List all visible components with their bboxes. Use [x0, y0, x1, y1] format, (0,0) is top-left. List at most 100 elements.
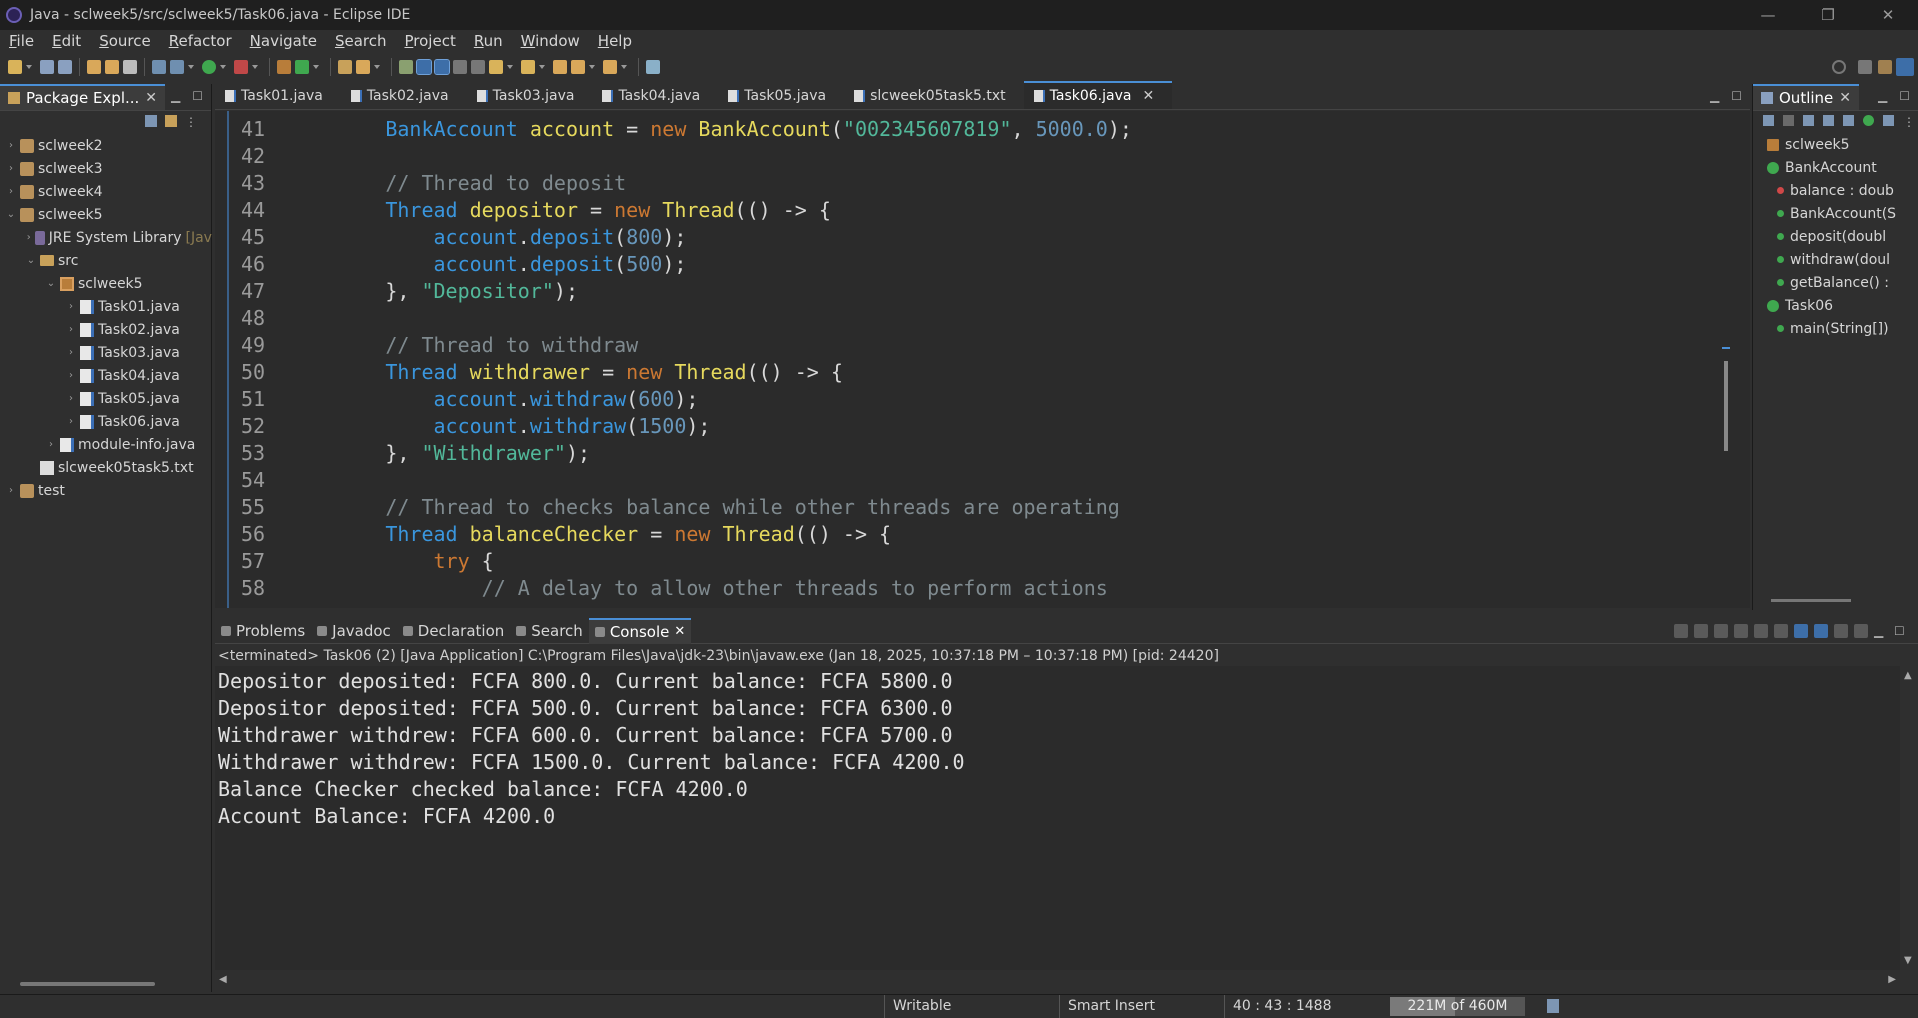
search-dropdown-icon[interactable] [374, 65, 380, 69]
last-edit-location-icon[interactable] [553, 60, 567, 74]
close-icon[interactable]: ✕ [145, 90, 157, 106]
save-all-icon[interactable] [58, 60, 72, 74]
word-wrap-icon[interactable] [1754, 624, 1768, 638]
remove-all-terminated-icon[interactable] [1714, 624, 1728, 638]
outline-item[interactable]: Task06 [1753, 294, 1918, 317]
toggle-mark-occurrences-icon[interactable] [399, 60, 413, 74]
expanded-arrow-icon[interactable]: ⌄ [4, 209, 18, 220]
editor-tab[interactable]: Task04.java [592, 83, 718, 109]
pin-editor-icon[interactable] [646, 60, 660, 74]
tree-item[interactable]: slcweek05task5.txt [0, 456, 212, 479]
menu-project[interactable]: Project [396, 32, 465, 50]
java-perspective-icon[interactable] [1896, 58, 1914, 76]
close-icon[interactable]: ✕ [1839, 90, 1851, 106]
editor-tab[interactable]: Task01.java [215, 83, 341, 109]
editor-tab[interactable]: slcweek05task5.txt [844, 83, 1024, 109]
horizontal-scrollbar[interactable] [1771, 599, 1851, 602]
open-console-icon[interactable] [1854, 624, 1868, 638]
minimize-panel-icon[interactable]: ▁ [1874, 624, 1888, 638]
external-tools-dropdown-icon[interactable] [252, 65, 258, 69]
scroll-up-icon[interactable]: ▲ [1904, 670, 1912, 681]
outline-item[interactable]: main(String[]) [1753, 317, 1918, 340]
collapsed-arrow-icon[interactable]: › [4, 163, 18, 174]
menu-edit[interactable]: Edit [43, 32, 90, 50]
tree-item[interactable]: › Task04.java [0, 364, 212, 387]
collapsed-arrow-icon[interactable]: › [64, 324, 78, 335]
tree-item[interactable]: ⌄ sclweek5 [0, 272, 212, 295]
hide-non-public-icon[interactable] [1843, 115, 1854, 126]
collapsed-arrow-icon[interactable]: › [4, 186, 18, 197]
view-menu-icon[interactable]: ⋮ [185, 115, 197, 129]
tree-item[interactable]: › Task03.java [0, 341, 212, 364]
remove-launch-icon[interactable] [1694, 624, 1708, 638]
heap-status[interactable]: 221M of 460M [1390, 997, 1525, 1016]
hide-static-icon[interactable] [1823, 115, 1834, 126]
scroll-left-icon[interactable]: ◀ [219, 974, 227, 985]
console-output[interactable]: Depositor deposited: FCFA 800.0. Current… [215, 666, 1900, 970]
view-menu-icon[interactable]: ⋮ [1903, 115, 1915, 129]
menu-window[interactable]: Window [512, 32, 589, 50]
outline-item[interactable]: sclweek5 [1753, 133, 1918, 156]
outline-item[interactable]: BankAccount [1753, 156, 1918, 179]
skip-breakpoints-icon[interactable] [152, 60, 166, 74]
run-icon[interactable] [202, 60, 216, 74]
expanded-arrow-icon[interactable]: ⌄ [44, 278, 58, 289]
collapsed-arrow-icon[interactable]: › [64, 416, 78, 427]
collapsed-arrow-icon[interactable]: › [44, 439, 58, 450]
horizontal-scrollbar[interactable] [20, 982, 155, 986]
search-icon[interactable] [1832, 60, 1846, 74]
scroll-down-icon[interactable]: ▼ [1904, 955, 1912, 966]
console-vertical-scrollbar[interactable]: ▲ ▼ [1900, 666, 1918, 970]
tree-item[interactable]: › Task06.java [0, 410, 212, 433]
vertical-scrollbar-thumb[interactable] [1724, 361, 1728, 451]
collapsed-arrow-icon[interactable]: › [64, 370, 78, 381]
collapsed-arrow-icon[interactable]: › [4, 485, 18, 496]
bottom-tab-console[interactable]: Console ✕ [588, 617, 692, 644]
collapsed-arrow-icon[interactable]: › [64, 393, 78, 404]
run-dropdown-icon[interactable] [220, 65, 226, 69]
tree-item[interactable]: › Task05.java [0, 387, 212, 410]
save-icon[interactable] [40, 60, 54, 74]
minimize-view-icon[interactable]: ▁ [171, 89, 180, 103]
collapsed-arrow-icon[interactable]: › [4, 140, 18, 151]
outline-item[interactable]: deposit(doubl [1753, 225, 1918, 248]
toggle-block-selection-icon[interactable] [434, 59, 450, 75]
forward-icon[interactable] [603, 60, 617, 74]
debug-icon[interactable] [170, 60, 184, 74]
collapse-all-icon[interactable] [145, 115, 157, 127]
garbage-collect-icon[interactable] [1547, 999, 1559, 1013]
code-editor[interactable]: 41 BankAccount account = new BankAccount… [215, 111, 1750, 608]
editor-tab[interactable]: Task05.java [718, 83, 844, 109]
minimize-button[interactable]: — [1738, 0, 1798, 30]
previous-annotation-icon[interactable] [521, 60, 535, 74]
maximize-editor-icon[interactable]: ☐ [1731, 89, 1742, 103]
maximize-view-icon[interactable]: ☐ [1899, 89, 1910, 103]
open-type-icon[interactable] [338, 60, 352, 74]
toggle-highlight-icon[interactable] [416, 59, 432, 75]
forward-dropdown-icon[interactable] [621, 65, 627, 69]
new-package-icon[interactable] [277, 60, 291, 74]
outline-item[interactable]: BankAccount(S [1753, 202, 1918, 225]
menu-file[interactable]: File [0, 32, 43, 50]
maximize-panel-icon[interactable]: ☐ [1894, 624, 1908, 638]
back-icon[interactable] [571, 60, 585, 74]
menu-search[interactable]: Search [326, 32, 396, 50]
back-dropdown-icon[interactable] [589, 65, 595, 69]
collapsed-arrow-icon[interactable]: › [24, 232, 33, 243]
collapse-all-icon[interactable] [1763, 115, 1774, 126]
new-icon[interactable] [8, 60, 22, 74]
menu-refactor[interactable]: Refactor [160, 32, 241, 50]
tree-item[interactable]: › JRE System Library [Jav [0, 226, 212, 249]
show-console-stdout-icon[interactable] [1774, 624, 1788, 638]
maximize-view-icon[interactable]: ☐ [192, 89, 203, 103]
close-icon[interactable]: ✕ [674, 624, 685, 639]
terminal-icon[interactable] [123, 60, 137, 74]
hide-fields-icon[interactable] [1803, 115, 1814, 126]
tab-package-explorer[interactable]: Package Expl... ✕ [0, 84, 166, 110]
editor-tab[interactable]: Task06.java ✕ [1023, 81, 1173, 109]
bottom-tab-search[interactable]: Search [510, 618, 589, 644]
outline-item[interactable]: getBalance() : [1753, 271, 1918, 294]
open-perspective-icon[interactable] [1858, 60, 1872, 74]
scroll-lock-icon[interactable] [1734, 624, 1748, 638]
menu-navigate[interactable]: Navigate [241, 32, 326, 50]
